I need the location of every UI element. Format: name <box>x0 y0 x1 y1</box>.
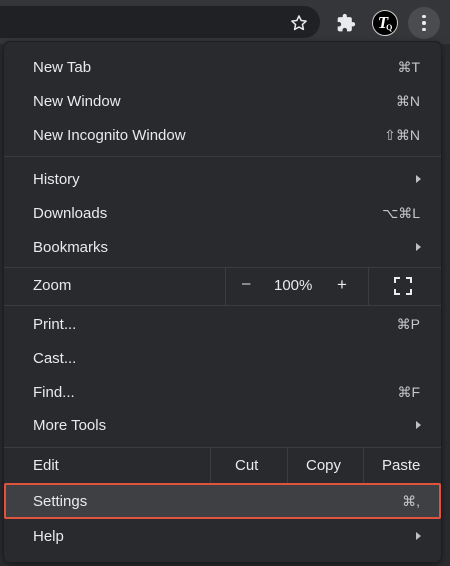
fullscreen-icon[interactable] <box>394 277 412 295</box>
menu-separator <box>4 156 441 157</box>
menu-item-label: Find... <box>33 383 75 401</box>
submenu-arrow-icon <box>416 532 421 540</box>
submenu-arrow-icon <box>416 243 421 251</box>
menu-item-label: New Incognito Window <box>33 126 186 144</box>
omnibox[interactable] <box>0 6 320 38</box>
star-icon[interactable] <box>289 13 309 33</box>
menu-item-label: History <box>33 170 80 188</box>
menu-item-settings[interactable]: Settings ⌘, <box>4 484 441 518</box>
avatar[interactable]: TQ <box>372 10 398 36</box>
zoom-label: Zoom <box>33 277 72 294</box>
cut-button[interactable]: Cut <box>235 457 258 474</box>
browser-toolbar: TQ <box>0 0 450 44</box>
kebab-dot <box>422 21 426 25</box>
menu-separator <box>4 305 441 306</box>
menu-item-new-tab[interactable]: New Tab ⌘T <box>4 50 441 84</box>
zoom-divider <box>368 267 369 305</box>
avatar-sub: Q <box>386 22 393 32</box>
kebab-dot <box>422 14 426 19</box>
edit-row: Edit Cut Copy Paste <box>4 447 441 485</box>
menu-item-shortcut: ⌘, <box>402 492 420 509</box>
menu-item-shortcut: ⌘N <box>395 92 420 109</box>
menu-item-shortcut: ⇧⌘N <box>384 126 420 143</box>
menu-item-cast[interactable]: Cast... <box>4 341 441 375</box>
kebab-dot <box>422 27 426 32</box>
puzzle-icon[interactable] <box>336 13 356 33</box>
menu-item-downloads[interactable]: Downloads ⌥⌘L <box>4 196 441 230</box>
menu-item-label: Bookmarks <box>33 238 109 256</box>
menu-item-label: Cast... <box>33 349 77 367</box>
zoom-level: 100% <box>274 277 313 294</box>
menu-item-shortcut: ⌘T <box>397 58 420 75</box>
edit-label: Edit <box>33 457 59 474</box>
submenu-arrow-icon <box>416 421 421 429</box>
menu-item-more-tools[interactable]: More Tools <box>4 408 441 442</box>
menu-item-print[interactable]: Print... ⌘P <box>4 307 441 341</box>
menu-item-shortcut: ⌘F <box>397 383 420 400</box>
menu-item-label: More Tools <box>33 416 107 434</box>
edit-divider <box>287 447 288 483</box>
menu-item-shortcut: ⌥⌘L <box>382 204 420 221</box>
menu-item-find[interactable]: Find... ⌘F <box>4 375 441 409</box>
zoom-divider <box>225 267 226 305</box>
kebab-menu-icon[interactable] <box>408 7 440 39</box>
paste-button[interactable]: Paste <box>382 457 420 474</box>
edit-divider <box>210 447 211 483</box>
menu-item-label: Settings <box>33 492 88 510</box>
menu-item-shortcut: ⌘P <box>396 315 420 332</box>
edit-divider <box>363 447 364 483</box>
menu-item-label: Help <box>33 527 64 545</box>
submenu-arrow-icon <box>416 175 421 183</box>
zoom-in-button[interactable]: + <box>337 275 347 295</box>
menu-item-label: New Window <box>33 92 121 110</box>
menu-item-label: Print... <box>33 315 77 333</box>
menu-item-new-incognito-window[interactable]: New Incognito Window ⇧⌘N <box>4 118 441 152</box>
menu-item-new-window[interactable]: New Window ⌘N <box>4 84 441 118</box>
copy-button[interactable]: Copy <box>306 457 341 474</box>
menu-item-help[interactable]: Help <box>4 519 441 553</box>
menu-item-bookmarks[interactable]: Bookmarks <box>4 230 441 264</box>
chrome-main-menu: New Tab ⌘T New Window ⌘N New Incognito W… <box>4 42 441 562</box>
zoom-row: Zoom – 100% + <box>4 267 441 305</box>
menu-item-label: Downloads <box>33 204 108 222</box>
zoom-out-button[interactable]: – <box>242 275 250 292</box>
menu-item-label: New Tab <box>33 58 92 76</box>
menu-item-history[interactable]: History <box>4 162 441 196</box>
